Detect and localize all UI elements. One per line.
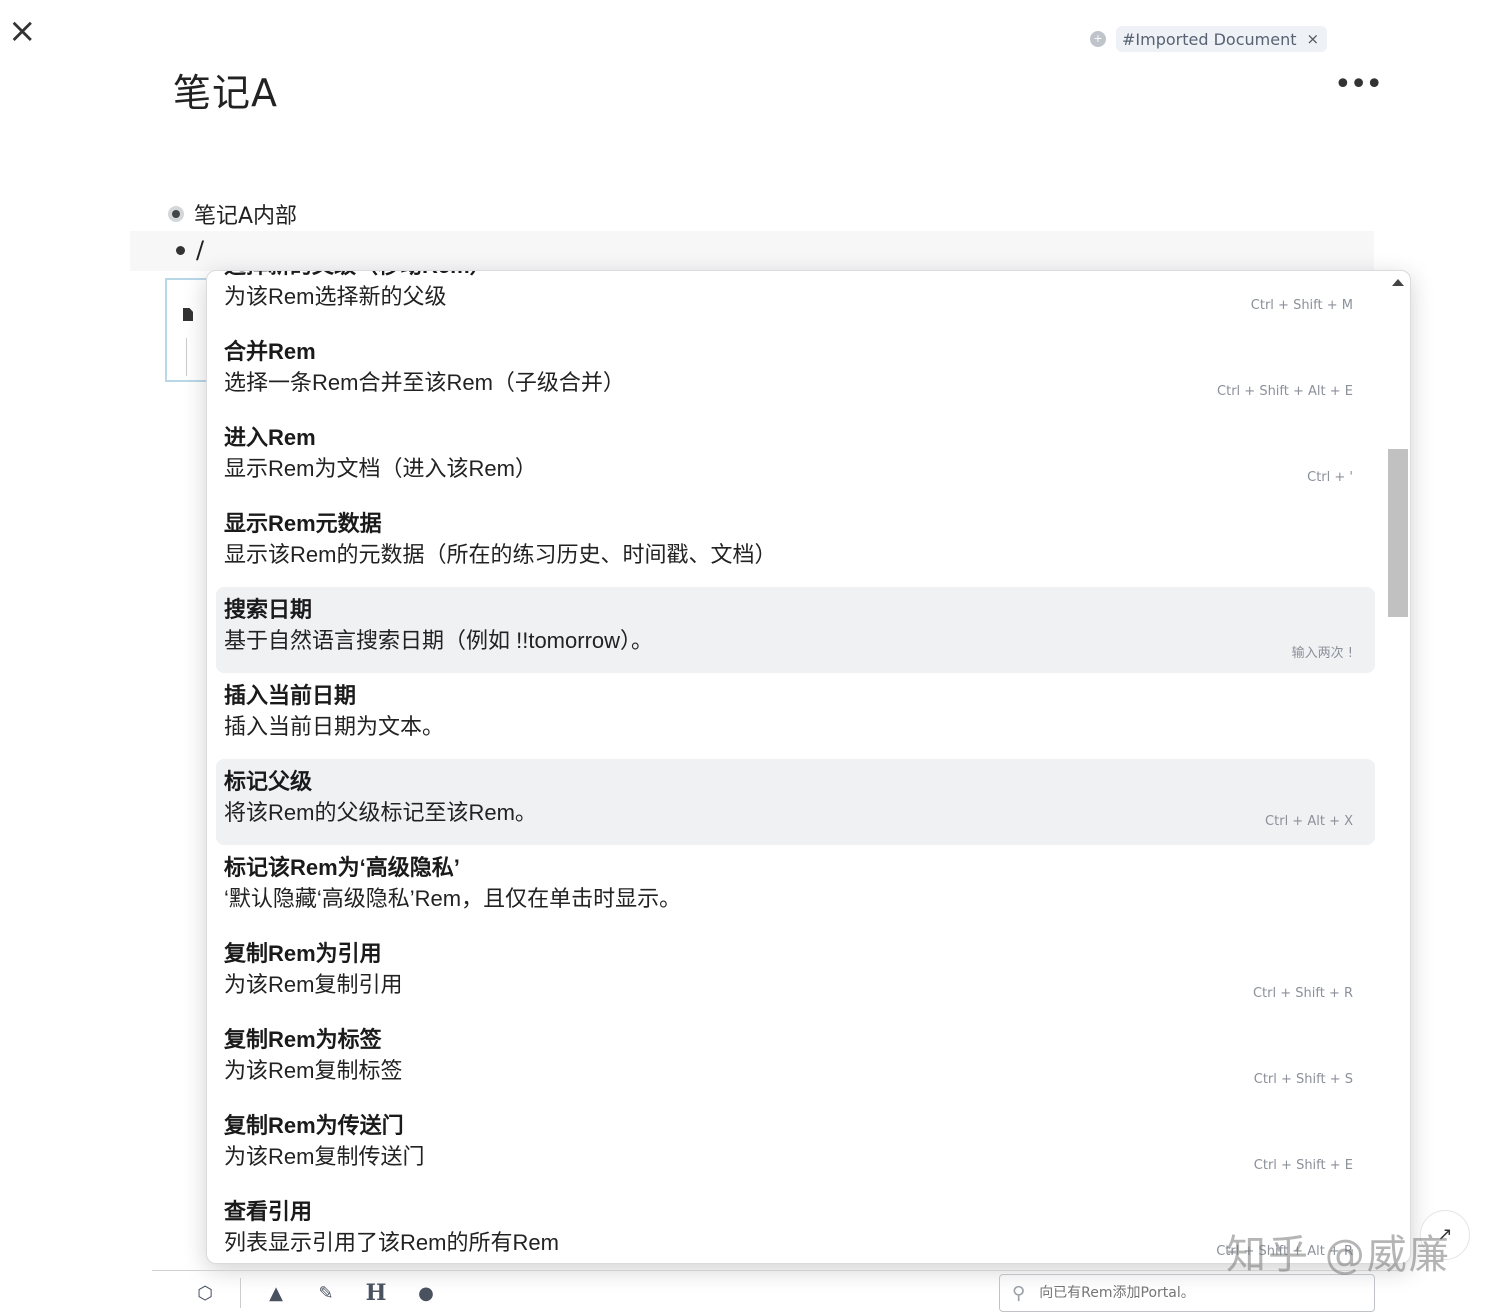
menu-item-description: 为该Rem选择新的父级	[224, 284, 447, 309]
menu-item-description: 显示Rem为文档（进入该Rem）	[224, 456, 537, 481]
watermark: 知乎 @威廉	[1226, 1232, 1451, 1278]
menu-item-description: 将该Rem的父级标记至该Rem。	[224, 800, 537, 825]
portal-search-input[interactable]	[1037, 1284, 1342, 1302]
rem-editor-input[interactable]: /	[196, 236, 204, 264]
tag-area: + #Imported Document ×	[1090, 26, 1328, 52]
menu-item-title: 复制Rem为标签	[224, 1027, 382, 1052]
menu-item-description: ‘默认隐藏‘高级隐私’Rem，且仅在单击时显示。	[224, 886, 682, 911]
menu-item-description: 为该Rem复制引用	[224, 972, 403, 997]
menu-item[interactable]: 查看引用 列表显示引用了该Rem的所有Rem Ctrl + Shift + Alt …	[216, 1189, 1375, 1263]
more-options-icon[interactable]: •••	[1334, 70, 1383, 100]
menu-item-description: 为该Rem复制标签	[224, 1058, 403, 1083]
search-icon: ⚲	[1012, 1282, 1026, 1304]
rem-text[interactable]: 笔记A内部	[194, 198, 297, 230]
menu-item-shortcut: Ctrl + Shift + E	[1253, 1158, 1353, 1173]
menu-item[interactable]: 标记父级将该Rem的父级标记至该Rem。 Ctrl + Alt + X	[216, 759, 1375, 845]
menu-item-title: 进入Rem	[224, 425, 316, 450]
menu-item-title: 复制Rem为传送门	[224, 1113, 404, 1138]
menu-item-shortcut: Ctrl + Shift + Alt + E	[1217, 384, 1353, 399]
menu-item-shortcut: Ctrl + Alt + X	[1265, 814, 1353, 829]
bottom-toolbar: ⬡ ▲ ✎ H ●	[190, 1278, 461, 1308]
menu-item-title: 插入当前日期	[224, 683, 357, 708]
menu-item[interactable]: 插入当前日期插入当前日期为文本。	[216, 673, 1375, 759]
menu-item-title: 显示Rem元数据	[224, 511, 382, 536]
menu-item-shortcut: Ctrl + '	[1307, 470, 1353, 485]
slash-command-menu: 选择新的父级（移动Rem） 为该Rem选择新的父级 Ctrl + Shift + M…	[206, 270, 1411, 1264]
menu-item[interactable]: 标记该Rem为‘高级隐私’ ‘默认隐藏‘高级隐私’Rem，且仅在单击时显示。	[216, 845, 1375, 931]
close-icon[interactable]: ×	[8, 14, 37, 48]
indent-line	[186, 338, 187, 376]
menu-item-title: 查看引用	[224, 1199, 313, 1224]
menu-item-title: 复制Rem为引用	[224, 941, 382, 966]
menu-item-shortcut: 输入两次 !	[1291, 646, 1353, 661]
menu-item-title: 合并Rem	[224, 339, 316, 364]
menu-item-title: 搜索日期	[224, 597, 313, 622]
command-list[interactable]: 选择新的父级（移动Rem） 为该Rem选择新的父级 Ctrl + Shift + M…	[207, 271, 1383, 1263]
menu-item-shortcut: Ctrl + Shift + S	[1253, 1072, 1353, 1087]
menu-item-description: 选择一条Rem合并至该Rem（子级合并）	[224, 370, 625, 395]
cube-icon[interactable]: ⬡	[190, 1278, 220, 1308]
remove-tag-icon[interactable]: ×	[1306, 30, 1319, 48]
add-tag-icon[interactable]: +	[1090, 31, 1106, 47]
toolbar-separator	[240, 1278, 241, 1308]
warning-icon[interactable]: ▲	[261, 1278, 291, 1308]
scrollbar-thumb[interactable]	[1388, 449, 1408, 617]
menu-item-description: 插入当前日期为文本。	[224, 714, 445, 739]
brush-icon[interactable]: ✎	[311, 1278, 341, 1308]
bullet-icon[interactable]	[176, 246, 185, 255]
rem-item[interactable]: 笔记A内部	[168, 198, 297, 230]
menu-item-description: 为该Rem复制传送门	[224, 1144, 425, 1169]
page-title[interactable]: 笔记A	[173, 62, 278, 117]
menu-item[interactable]: 复制Rem为引用 为该Rem复制引用 Ctrl + Shift + R	[216, 931, 1375, 1017]
menu-item-title: 标记该Rem为‘高级隐私’	[224, 855, 460, 880]
circle-icon[interactable]: ●	[411, 1278, 441, 1308]
menu-item[interactable]: 复制Rem为标签 为该Rem复制标签 Ctrl + Shift + S	[216, 1017, 1375, 1103]
menu-item-title: 标记父级	[224, 769, 313, 794]
menu-item-shortcut: Ctrl + Shift + M	[1250, 298, 1353, 313]
tag-chip[interactable]: #Imported Document ×	[1116, 26, 1328, 52]
bullet-icon[interactable]	[168, 206, 184, 222]
menu-item[interactable]: 搜索日期基于自然语言搜索日期（例如 !!tomorrow）。输入两次 !	[216, 587, 1375, 673]
editing-rem-row	[130, 231, 1374, 271]
menu-item[interactable]: 选择新的父级（移动Rem） 为该Rem选择新的父级 Ctrl + Shift + M	[216, 271, 1375, 329]
menu-item[interactable]: 显示Rem元数据显示该Rem的元数据（所在的练习历史、时间戳、文档）	[216, 501, 1375, 587]
menu-item-shortcut: Ctrl + Shift + R	[1252, 986, 1353, 1001]
menu-item-description: 显示该Rem的元数据（所在的练习历史、时间戳、文档）	[224, 542, 777, 567]
heading-icon[interactable]: H	[361, 1278, 391, 1308]
menu-item-description: 基于自然语言搜索日期（例如 !!tomorrow）。	[224, 628, 654, 653]
menu-item[interactable]: 进入Rem 显示Rem为文档（进入该Rem） Ctrl + '	[216, 415, 1375, 501]
tag-label: #Imported Document	[1122, 29, 1297, 49]
menu-item[interactable]: 合并Rem 选择一条Rem合并至该Rem（子级合并） Ctrl + Shift + …	[216, 329, 1375, 415]
menu-item-description: 列表显示引用了该Rem的所有Rem	[224, 1230, 559, 1255]
divider	[152, 1270, 1398, 1271]
scroll-up-icon[interactable]	[1392, 279, 1404, 286]
menu-item[interactable]: 复制Rem为传送门 为该Rem复制传送门 Ctrl + Shift + E	[216, 1103, 1375, 1189]
menu-item-title: 选择新的父级（移动Rem）	[224, 271, 1375, 281]
